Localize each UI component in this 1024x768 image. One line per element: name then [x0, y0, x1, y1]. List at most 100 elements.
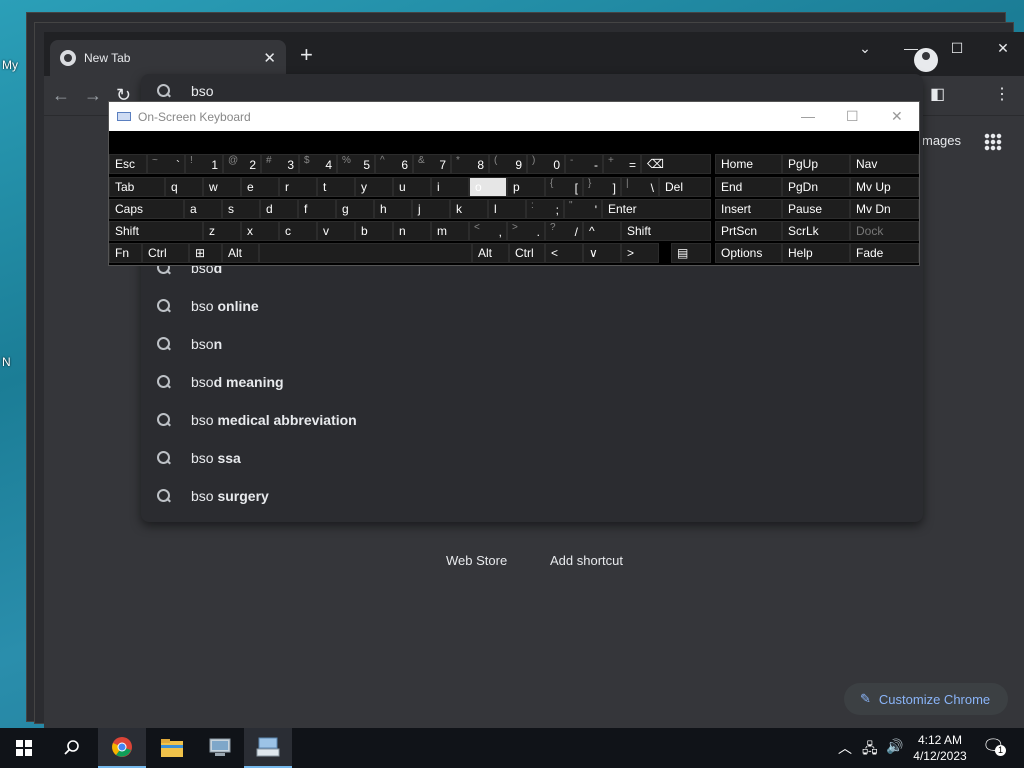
- osk-key-insert[interactable]: Insert: [715, 199, 782, 219]
- osk-key-8[interactable]: * 8: [451, 154, 489, 174]
- osk-key-v[interactable]: v: [317, 221, 355, 241]
- osk-maximize-button[interactable]: ☐: [846, 108, 859, 124]
- suggestion-item[interactable]: bso online: [141, 287, 923, 325]
- osk-key-m[interactable]: m: [431, 221, 469, 241]
- osk-key-prtscn[interactable]: PrtScn: [715, 221, 782, 241]
- osk-key-space[interactable]: [259, 243, 472, 263]
- tab-search-icon[interactable]: ⌄: [842, 36, 888, 60]
- menu-kebab-icon[interactable]: ⋮: [994, 84, 1010, 106]
- osk-key-l[interactable]: l: [488, 199, 526, 219]
- osk-key-u[interactable]: u: [393, 177, 431, 197]
- images-link[interactable]: mages: [922, 133, 961, 148]
- osk-key-o[interactable]: o: [469, 177, 507, 197]
- osk-key-pause[interactable]: Pause: [782, 199, 850, 219]
- osk-key-q[interactable]: q: [165, 177, 203, 197]
- osk-key-enter[interactable]: Enter: [602, 199, 711, 219]
- osk-key-key10[interactable]: :;: [526, 199, 564, 219]
- osk-key-7[interactable]: & 7: [413, 154, 451, 174]
- osk-key-x[interactable]: x: [241, 221, 279, 241]
- osk-key-key10[interactable]: ? /: [545, 221, 583, 241]
- taskbar-chrome[interactable]: [98, 728, 146, 768]
- osk-key-key9[interactable]: >: [621, 243, 659, 263]
- profile-avatar-icon[interactable]: [914, 48, 938, 72]
- osk-key-alt[interactable]: Alt: [222, 243, 259, 263]
- customize-chrome-button[interactable]: ✎ Customize Chrome: [844, 683, 1008, 715]
- osk-key-key13[interactable]: + =: [603, 154, 641, 174]
- suggestion-item[interactable]: bso surgery: [141, 477, 923, 515]
- osk-key-end[interactable]: End: [715, 177, 782, 197]
- taskbar-file-explorer[interactable]: [148, 728, 196, 768]
- osk-key-key12[interactable]: --: [565, 154, 603, 174]
- new-tab-button[interactable]: +: [300, 44, 313, 66]
- osk-key-del[interactable]: Del: [659, 177, 711, 197]
- osk-key-key11[interactable]: " ': [564, 199, 602, 219]
- osk-key-t[interactable]: t: [317, 177, 355, 197]
- osk-key-options[interactable]: Options: [715, 243, 782, 263]
- osk-key-4[interactable]: $4: [299, 154, 337, 174]
- osk-key-z[interactable]: z: [203, 221, 241, 241]
- osk-key-9[interactable]: (9: [489, 154, 527, 174]
- osk-key-6[interactable]: ^ 6: [375, 154, 413, 174]
- osk-key-ctrl[interactable]: Ctrl: [142, 243, 189, 263]
- osk-key-key11[interactable]: ^: [583, 221, 621, 241]
- osk-key-shift[interactable]: Shift: [109, 221, 203, 241]
- desktop-icon-label-my[interactable]: My: [2, 58, 18, 72]
- search-button[interactable]: [48, 728, 96, 768]
- volume-icon[interactable]: 🔊: [886, 738, 903, 755]
- osk-key-pgup[interactable]: PgUp: [782, 154, 850, 174]
- osk-title-bar[interactable]: On-Screen Keyboard — ☐ ✕: [109, 102, 919, 131]
- taskbar-on-screen-keyboard[interactable]: [244, 728, 292, 768]
- osk-key-alt[interactable]: Alt: [472, 243, 509, 263]
- osk-key-fade[interactable]: Fade: [850, 243, 919, 263]
- osk-key-esc[interactable]: Esc: [109, 154, 147, 174]
- osk-key-tab[interactable]: Tab: [109, 177, 165, 197]
- osk-key-e[interactable]: e: [241, 177, 279, 197]
- clock[interactable]: 4:12 AM 4/12/2023: [908, 732, 972, 764]
- osk-key-y[interactable]: y: [355, 177, 393, 197]
- osk-key-mv-dn[interactable]: Mv Dn: [850, 199, 919, 219]
- osk-key-key11[interactable]: {[: [545, 177, 583, 197]
- osk-key-5[interactable]: % 5: [337, 154, 375, 174]
- suggestion-item[interactable]: bsod meaning: [141, 363, 923, 401]
- osk-key-key13[interactable]: | \: [621, 177, 659, 197]
- osk-key-r[interactable]: r: [279, 177, 317, 197]
- tab-new-tab[interactable]: New Tab ✕: [50, 40, 286, 76]
- osk-key-f[interactable]: f: [298, 199, 336, 219]
- osk-minimize-button[interactable]: —: [801, 108, 815, 124]
- osk-key-h[interactable]: h: [374, 199, 412, 219]
- osk-key-help[interactable]: Help: [782, 243, 850, 263]
- osk-key-key8[interactable]: <,: [469, 221, 507, 241]
- osk-key-key12[interactable]: }]: [583, 177, 621, 197]
- osk-key-i[interactable]: i: [431, 177, 469, 197]
- osk-key-caps[interactable]: Caps: [109, 199, 184, 219]
- osk-key-b[interactable]: b: [355, 221, 393, 241]
- back-icon[interactable]: ←: [52, 84, 70, 106]
- osk-key-s[interactable]: s: [222, 199, 260, 219]
- osk-key-n[interactable]: n: [393, 221, 431, 241]
- apps-grid-icon[interactable]: [984, 133, 1002, 151]
- suggestion-item[interactable]: bso medical abbreviation: [141, 401, 923, 439]
- osk-key-2[interactable]: @2: [223, 154, 261, 174]
- osk-key-j[interactable]: j: [412, 199, 450, 219]
- osk-key-k[interactable]: k: [450, 199, 488, 219]
- start-button[interactable]: [0, 728, 48, 768]
- maximize-button[interactable]: ☐: [934, 36, 980, 60]
- osk-key-shift[interactable]: Shift: [621, 221, 711, 241]
- osk-key-mv-up[interactable]: Mv Up: [850, 177, 919, 197]
- osk-key-key8[interactable]: ∨: [583, 243, 621, 263]
- suggestion-item[interactable]: bson: [141, 325, 923, 363]
- osk-key-key2[interactable]: ⊞: [189, 243, 222, 263]
- osk-key-fn[interactable]: Fn: [109, 243, 142, 263]
- forward-icon[interactable]: →: [84, 84, 102, 106]
- osk-key-key14[interactable]: ⌫: [641, 154, 711, 174]
- desktop-icon-label-n[interactable]: N: [2, 355, 11, 369]
- shortcut-add-shortcut[interactable]: Add shortcut: [550, 553, 623, 568]
- osk-key-p[interactable]: p: [507, 177, 545, 197]
- shortcut-web-store[interactable]: Web Store: [446, 553, 507, 568]
- side-panel-icon[interactable]: ◧: [930, 84, 945, 106]
- osk-key-key7[interactable]: <: [545, 243, 583, 263]
- network-icon[interactable]: 🖧: [862, 738, 878, 762]
- osk-close-button[interactable]: ✕: [891, 108, 903, 124]
- osk-key-g[interactable]: g: [336, 199, 374, 219]
- notification-center-icon[interactable]: 🗨 1: [982, 736, 1006, 757]
